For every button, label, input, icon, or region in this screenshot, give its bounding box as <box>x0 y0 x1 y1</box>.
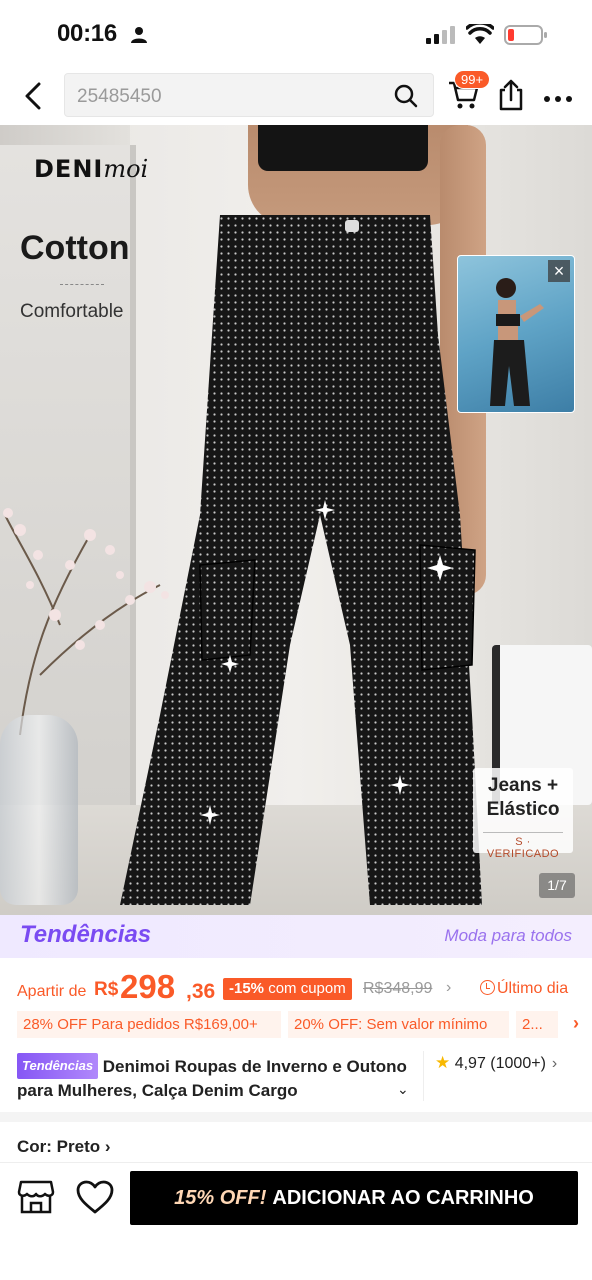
coupon-chip[interactable]: 28% OFF Para pedidos R$169,00+ <box>17 1011 281 1038</box>
search-input[interactable]: 25485450 <box>64 73 434 117</box>
video-thumbnail[interactable]: × <box>457 255 575 413</box>
rating-chevron-icon: › <box>551 1055 558 1072</box>
more-icon <box>544 96 572 102</box>
status-bar: 00:16 <box>0 0 592 68</box>
trend-logo: Tendências <box>20 921 152 948</box>
hero-subheading: Comfortable <box>20 301 124 322</box>
material-badge: Jeans + Elástico S · VERIFICADO <box>473 768 573 860</box>
add-to-cart-label: ADICIONAR AO CARRINHO <box>272 1186 534 1209</box>
badge-verified: S · VERIFICADO <box>483 832 563 860</box>
add-to-cart-button[interactable]: 15% OFF! ADICIONAR AO CARRINHO <box>130 1171 578 1225</box>
rating-count: (1000+) <box>490 1055 546 1072</box>
price-currency: R$ <box>94 979 119 1000</box>
badge-line-1: Jeans + <box>487 775 559 796</box>
last-day-countdown[interactable]: Último dia <box>480 980 568 998</box>
trend-tag-badge: Tendências <box>17 1053 99 1079</box>
wishlist-button[interactable] <box>75 1179 115 1217</box>
coupon-strip[interactable]: 28% OFF Para pedidos R$169,00+ 20% OFF: … <box>17 1011 587 1038</box>
back-button[interactable] <box>18 80 48 112</box>
color-label: Cor: Preto <box>17 1137 101 1156</box>
rating-value: 4,97 <box>454 1055 486 1072</box>
search-icon[interactable] <box>393 83 419 114</box>
coupon-more-chevron-icon[interactable]: › <box>573 1013 579 1034</box>
price-row: Apartir de R$ 298 ,36 -15% com cupom R$3… <box>17 968 577 1008</box>
old-price[interactable]: R$348,99 <box>363 980 432 998</box>
sparkle-pants <box>120 215 482 905</box>
old-price-arrow[interactable]: › <box>446 979 451 997</box>
more-options-button[interactable] <box>543 90 573 102</box>
coupon-chip[interactable]: 2... <box>516 1011 558 1038</box>
cart-count-badge: 99+ <box>454 70 491 89</box>
add-to-cart-promo: 15% OFF! <box>174 1186 267 1209</box>
image-counter: 1/7 <box>539 873 575 898</box>
hero-heading: Cotton <box>20 229 130 267</box>
discount-text: com cupom <box>268 980 346 997</box>
store-icon <box>17 1180 55 1214</box>
close-thumbnail-button[interactable]: × <box>548 260 570 282</box>
color-chevron-icon: › <box>104 1137 111 1156</box>
product-title-row: Tendências Denimoi Roupas de Inverno e O… <box>17 1051 592 1103</box>
search-text: 25485450 <box>77 86 162 107</box>
glass-vase <box>0 715 78 905</box>
price-prefix: Apartir de <box>17 983 87 1000</box>
section-divider <box>0 1112 592 1122</box>
share-icon <box>499 79 523 111</box>
color-selector[interactable]: Cor: Preto › <box>17 1137 111 1157</box>
clock-icon <box>480 980 495 995</box>
bottom-action-bar: 15% OFF! ADICIONAR AO CARRINHO <box>0 1162 592 1280</box>
trend-tagline: Moda para todos <box>444 926 572 945</box>
battery-icon <box>504 24 548 51</box>
price-integer: 298 <box>120 968 176 1005</box>
chevron-left-icon <box>25 82 41 110</box>
share-button[interactable] <box>497 78 525 112</box>
brand-logo-script: moi <box>103 155 149 183</box>
status-time: 00:16 <box>57 20 117 47</box>
heart-icon <box>76 1180 114 1214</box>
discount-percent: -15% <box>229 980 265 997</box>
hero-divider <box>60 284 104 285</box>
product-title[interactable]: Tendências Denimoi Roupas de Inverno e O… <box>17 1053 415 1101</box>
brand-logo-bold: DENI <box>34 155 104 183</box>
discount-badge[interactable]: -15% com cupom <box>223 978 352 1000</box>
model-top <box>258 125 428 171</box>
trend-banner[interactable]: Tendências Moda para todos <box>0 915 592 958</box>
signal-icon <box>426 26 458 49</box>
title-divider <box>423 1051 424 1101</box>
top-nav: 25485450 99+ <box>0 68 592 124</box>
brand-logo: DENImoi <box>34 155 148 183</box>
last-day-text: Último dia <box>497 980 569 997</box>
star-icon: ★ <box>435 1053 451 1072</box>
price-decimal: ,36 <box>186 980 216 1003</box>
badge-line-2: Elástico <box>486 799 560 820</box>
rating-summary[interactable]: ★ 4,97 (1000+) › <box>435 1053 557 1073</box>
product-image[interactable]: DENImoi Cotton Comfortable × Jeans + Elá… <box>0 125 592 915</box>
store-button[interactable] <box>17 1179 55 1217</box>
coupon-chip[interactable]: 20% OFF: Sem valor mínimo <box>288 1011 509 1038</box>
person-icon <box>130 26 148 49</box>
wifi-icon <box>465 21 495 51</box>
expand-title-chevron-icon[interactable]: ⌄ <box>397 1081 409 1098</box>
